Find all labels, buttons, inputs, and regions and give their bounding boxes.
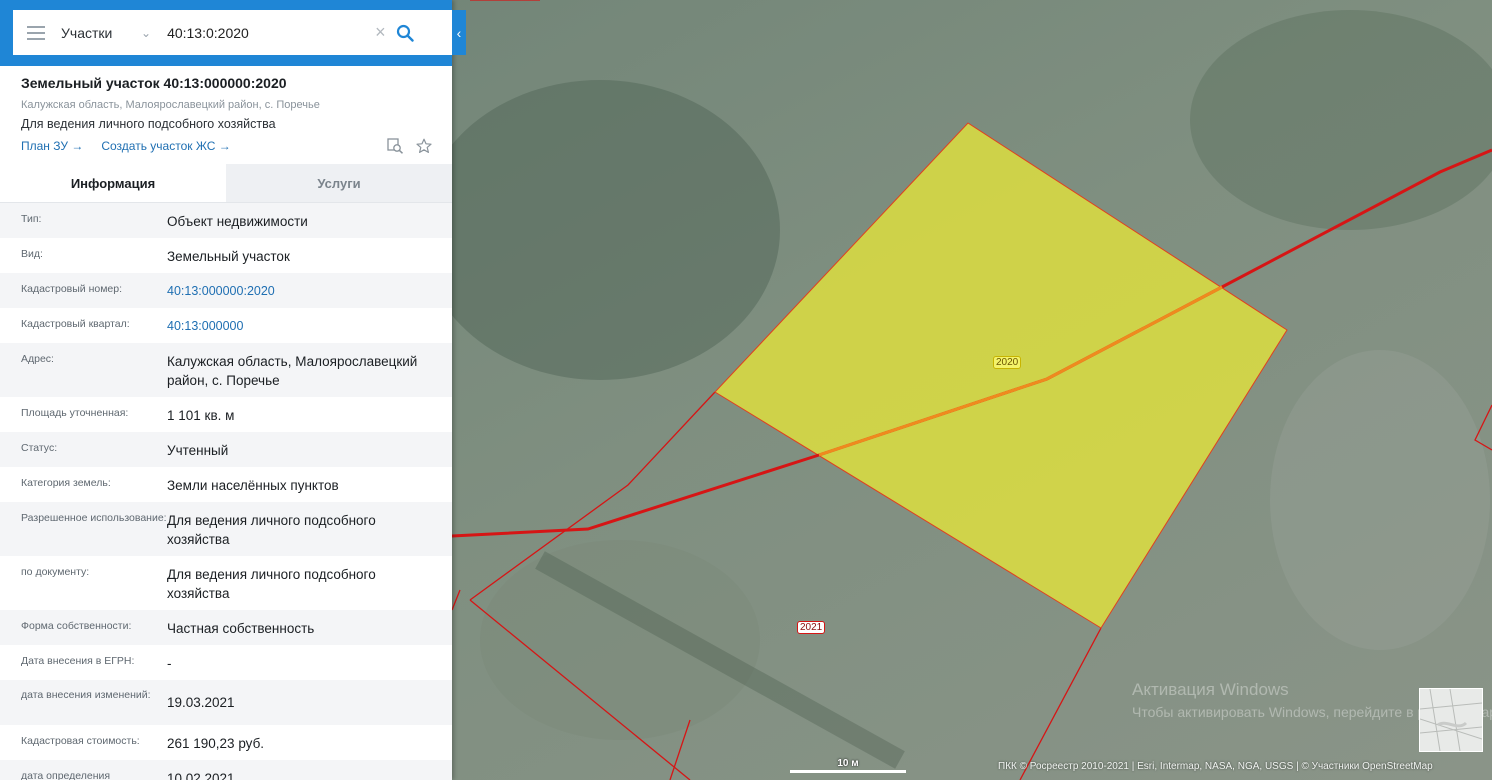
search-bar: Участки ⌄ × xyxy=(0,0,452,66)
info-label: Статус: xyxy=(21,442,58,454)
minimap-icon xyxy=(1419,688,1483,752)
info-label: по документу: xyxy=(21,566,90,578)
info-row: Кадастровый номер: 40:13:000000:2020 xyxy=(0,273,452,308)
info-row: по документу: Для ведения личного подсоб… xyxy=(0,556,452,610)
clear-icon[interactable]: × xyxy=(375,22,386,43)
search-icon[interactable] xyxy=(396,24,414,42)
info-label: дата внесения изменений: xyxy=(21,689,151,701)
object-header: Земельный участок 40:13:000000:2020 Калу… xyxy=(0,66,452,154)
create-plot-link[interactable]: Создать участок ЖС → xyxy=(101,139,230,153)
scale-bar: 10 м xyxy=(790,758,906,773)
info-row: Категория земель: Земли населённых пункт… xyxy=(0,467,452,502)
tab-info[interactable]: Информация xyxy=(0,164,226,202)
info-label: Форма собственности: xyxy=(21,620,132,632)
info-row: дата внесения изменений: 19.03.2021 xyxy=(0,680,452,725)
field-area xyxy=(480,540,760,740)
object-title: Земельный участок 40:13:000000:2020 xyxy=(21,75,287,91)
layer-select[interactable]: Участки xyxy=(61,25,131,41)
info-label: Кадастровый номер: xyxy=(21,283,123,295)
info-label: Кадастровый квартал: xyxy=(21,318,130,330)
info-row: дата определения 10.02.2021 xyxy=(0,760,452,780)
info-value: Земли населённых пунктов xyxy=(167,478,339,493)
info-value: Для ведения личного подсобного хозяйства xyxy=(167,567,376,601)
info-label: дата определения xyxy=(21,770,111,780)
info-value: Для ведения личного подсобного хозяйства xyxy=(167,513,376,547)
info-row: Статус: Учтенный xyxy=(0,432,452,467)
info-value: 10.02.2021 xyxy=(167,771,235,780)
panel-tabs: Информация Услуги xyxy=(0,164,452,203)
chevron-down-icon[interactable]: ⌄ xyxy=(141,26,151,40)
info-row: Адрес: Калужская область, Малоярославецк… xyxy=(0,343,452,397)
info-value: Частная собственность xyxy=(167,621,315,636)
parcel-number-label[interactable]: 2020 xyxy=(993,356,1022,369)
menu-icon[interactable] xyxy=(27,25,45,40)
info-value: Учтенный xyxy=(167,443,229,458)
search-input[interactable] xyxy=(167,24,368,41)
info-row: Форма собственности: Частная собственнос… xyxy=(0,610,452,645)
info-value: Земельный участок xyxy=(167,249,290,264)
basemap-switcher[interactable] xyxy=(1419,688,1483,752)
info-label: Площадь уточненная: xyxy=(21,407,129,419)
info-value: 1 101 кв. м xyxy=(167,408,235,423)
info-row: Тип: Объект недвижимости xyxy=(0,203,452,238)
info-label: Дата внесения в ЕГРН: xyxy=(21,655,135,667)
neighbor-parcel-label[interactable]: 2021 xyxy=(797,621,826,634)
info-label: Тип: xyxy=(21,213,42,225)
star-icon[interactable] xyxy=(416,138,432,157)
info-row: Кадастровый квартал: 40:13:000000 xyxy=(0,308,452,343)
info-row: Дата внесения в ЕГРН: - xyxy=(0,645,452,680)
info-row: Кадастровая стоимость: 261 190,23 руб. xyxy=(0,725,452,760)
info-label: Категория земель: xyxy=(21,477,111,489)
plan-link[interactable]: План ЗУ → xyxy=(21,139,83,153)
info-value: - xyxy=(167,656,172,671)
windows-activation-title: Активация Windows xyxy=(1132,680,1289,699)
info-label: Разрешенное использование: xyxy=(21,512,167,524)
info-value: Калужская область, Малоярославецкий райо… xyxy=(167,354,418,388)
info-row: Вид: Земельный участок xyxy=(0,238,452,273)
object-address: Калужская область, Малоярославецкий райо… xyxy=(21,99,320,111)
map-attribution[interactable]: ПКК © Росреестр 2010-2021 | Esri, Interm… xyxy=(998,761,1433,772)
info-label: Кадастровая стоимость: xyxy=(21,735,140,747)
info-value: Объект недвижимости xyxy=(167,214,308,229)
info-panel: Участки ⌄ × Земельный участок 40:13:0000… xyxy=(0,0,452,780)
info-table: Тип: Объект недвижимости Вид: Земельный … xyxy=(0,203,452,780)
search-box: Участки ⌄ × xyxy=(13,10,452,55)
cadastral-number-link[interactable]: 40:13:000000:2020 xyxy=(167,282,452,308)
info-label: Вид: xyxy=(21,248,43,260)
scale-line xyxy=(790,770,906,773)
info-row: Разрешенное использование: Для ведения л… xyxy=(0,502,452,556)
collapse-icon[interactable]: ‹ xyxy=(452,10,466,55)
object-purpose: Для ведения личного подсобного хозяйства xyxy=(21,117,276,131)
info-label: Адрес: xyxy=(21,353,54,365)
info-value: 261 190,23 руб. xyxy=(167,736,265,751)
scale-label: 10 м xyxy=(837,758,859,769)
info-row: Площадь уточненная: 1 101 кв. м xyxy=(0,397,452,432)
info-value: 19.03.2021 xyxy=(167,695,235,710)
zoom-to-icon[interactable] xyxy=(387,138,404,157)
cadastral-quarter-link[interactable]: 40:13:000000 xyxy=(167,317,452,343)
field-area xyxy=(1270,350,1490,650)
tree-canopy xyxy=(420,80,780,380)
tab-services[interactable]: Услуги xyxy=(226,164,452,202)
